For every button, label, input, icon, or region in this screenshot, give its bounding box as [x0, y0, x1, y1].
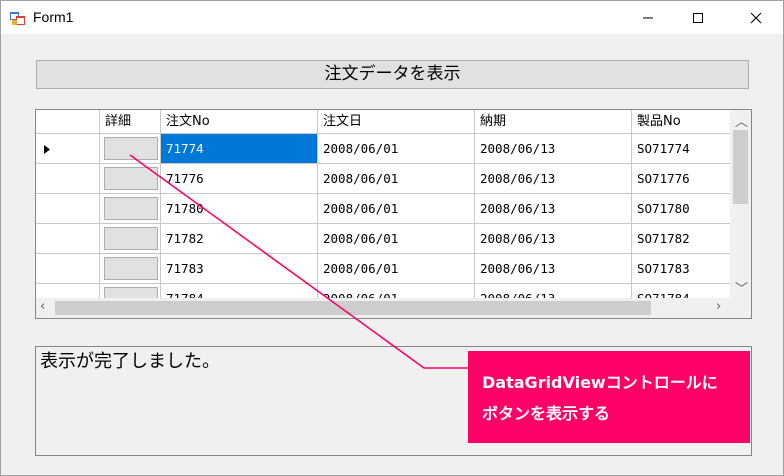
- annotation-callout: DataGridViewコントロールに ボタンを表示する: [468, 351, 750, 443]
- detail-button[interactable]: [104, 197, 158, 220]
- product-no-cell[interactable]: SO71776: [632, 164, 730, 194]
- order-no-cell[interactable]: 71783: [161, 254, 318, 284]
- column-header-detail[interactable]: 詳細: [100, 110, 161, 134]
- detail-cell: [100, 284, 161, 298]
- detail-cell: [100, 224, 161, 254]
- order-date-cell[interactable]: 2008/06/01: [318, 284, 475, 298]
- product-no-cell[interactable]: SO71784: [632, 284, 730, 298]
- order-date-cell[interactable]: 2008/06/01: [318, 134, 475, 164]
- due-date-cell[interactable]: 2008/06/13: [475, 254, 632, 284]
- minimize-button[interactable]: [625, 1, 671, 34]
- detail-button[interactable]: [104, 287, 158, 298]
- maximize-icon: [693, 12, 703, 23]
- row-header[interactable]: [36, 194, 100, 224]
- table-row[interactable]: 71782 2008/06/01 2008/06/13 SO71782: [36, 224, 730, 254]
- detail-cell: [100, 134, 161, 164]
- detail-cell: [100, 254, 161, 284]
- orders-datagridview[interactable]: 詳細 注文No 注文日 納期 製品No 71774 2008/06/01 200…: [35, 109, 752, 319]
- product-no-cell[interactable]: SO71774: [632, 134, 730, 164]
- scroll-up-arrow-icon[interactable]: ︿: [735, 111, 748, 130]
- column-header-product-no[interactable]: 製品No: [632, 110, 730, 134]
- minimize-icon: [643, 17, 653, 18]
- order-no-cell[interactable]: 71784: [161, 284, 318, 298]
- column-header-due-date[interactable]: 納期: [475, 110, 632, 134]
- detail-cell: [100, 194, 161, 224]
- order-date-cell[interactable]: 2008/06/01: [318, 194, 475, 224]
- due-date-cell[interactable]: 2008/06/13: [475, 284, 632, 298]
- close-icon: [750, 12, 762, 23]
- column-header-order-date[interactable]: 注文日: [318, 110, 475, 134]
- close-button[interactable]: [733, 1, 779, 34]
- maximize-button[interactable]: [675, 1, 721, 34]
- order-date-cell[interactable]: 2008/06/01: [318, 164, 475, 194]
- row-header[interactable]: [36, 284, 100, 298]
- product-no-cell[interactable]: SO71782: [632, 224, 730, 254]
- scroll-right-arrow-icon[interactable]: ›: [716, 299, 721, 314]
- title-bar[interactable]: Form1: [1, 1, 783, 34]
- row-header[interactable]: [36, 134, 100, 164]
- order-no-cell[interactable]: 71774: [161, 134, 318, 164]
- row-header-corner: [36, 110, 100, 134]
- table-row[interactable]: 71783 2008/06/01 2008/06/13 SO71783: [36, 254, 730, 284]
- due-date-cell[interactable]: 2008/06/13: [475, 134, 632, 164]
- product-no-cell[interactable]: SO71780: [632, 194, 730, 224]
- row-header[interactable]: [36, 164, 100, 194]
- order-no-cell[interactable]: 71776: [161, 164, 318, 194]
- table-row[interactable]: 71776 2008/06/01 2008/06/13 SO71776: [36, 164, 730, 194]
- detail-cell: [100, 164, 161, 194]
- scrollbar-corner: [730, 298, 751, 318]
- due-date-cell[interactable]: 2008/06/13: [475, 194, 632, 224]
- callout-line-2: ボタンを表示する: [482, 404, 611, 423]
- current-row-arrow-icon: [44, 145, 50, 154]
- table-row[interactable]: 71774 2008/06/01 2008/06/13 SO71774: [36, 134, 730, 164]
- window-title: Form1: [33, 9, 74, 25]
- detail-button[interactable]: [104, 227, 158, 250]
- show-orders-button[interactable]: 注文データを表示: [36, 60, 749, 89]
- vertical-scrollbar[interactable]: ︿ ﹀: [730, 110, 751, 298]
- horizontal-scroll-thumb[interactable]: [55, 301, 651, 315]
- table-row[interactable]: 71780 2008/06/01 2008/06/13 SO71780: [36, 194, 730, 224]
- row-header[interactable]: [36, 224, 100, 254]
- row-header[interactable]: [36, 254, 100, 284]
- vertical-scroll-thumb[interactable]: [733, 130, 748, 204]
- order-date-cell[interactable]: 2008/06/01: [318, 254, 475, 284]
- order-no-cell[interactable]: 71780: [161, 194, 318, 224]
- horizontal-scrollbar[interactable]: ‹ ›: [36, 298, 730, 318]
- column-header-order-no[interactable]: 注文No: [161, 110, 318, 134]
- product-no-cell[interactable]: SO71783: [632, 254, 730, 284]
- status-message: 表示が完了しました。: [40, 351, 220, 372]
- scroll-down-arrow-icon[interactable]: ﹀: [735, 278, 748, 297]
- due-date-cell[interactable]: 2008/06/13: [475, 164, 632, 194]
- order-no-cell[interactable]: 71782: [161, 224, 318, 254]
- due-date-cell[interactable]: 2008/06/13: [475, 224, 632, 254]
- scroll-left-arrow-icon[interactable]: ‹: [40, 299, 45, 314]
- order-date-cell[interactable]: 2008/06/01: [318, 224, 475, 254]
- app-icon: [10, 12, 25, 25]
- detail-button[interactable]: [104, 167, 158, 190]
- table-row[interactable]: 71784 2008/06/01 2008/06/13 SO71784: [36, 284, 730, 298]
- detail-button[interactable]: [104, 137, 158, 160]
- grid-header-row: 詳細 注文No 注文日 納期 製品No: [36, 110, 730, 134]
- detail-button[interactable]: [104, 257, 158, 280]
- callout-line-1: DataGridViewコントロールに: [482, 373, 718, 392]
